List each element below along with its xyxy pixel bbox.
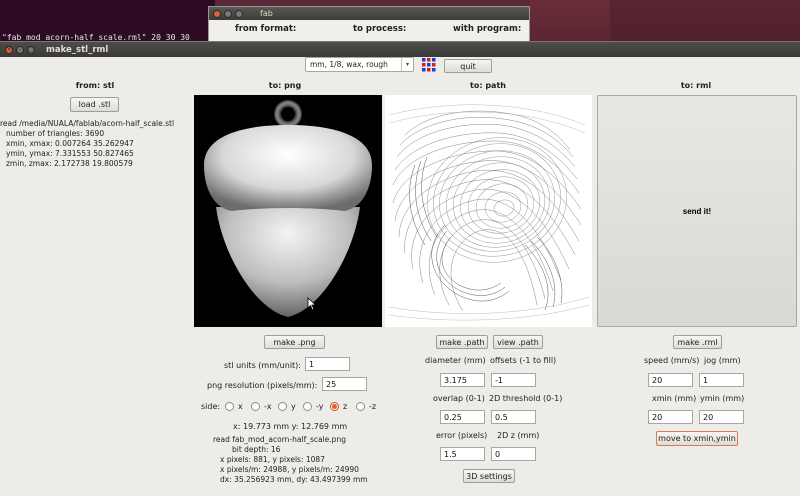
minimize-icon[interactable]: – bbox=[16, 45, 24, 54]
error-label: error (pixels) bbox=[436, 431, 488, 440]
png-info-line: read fab_mod_acorn-half_scale.png bbox=[213, 435, 346, 444]
maximize-icon[interactable] bbox=[235, 9, 243, 18]
png-column-header: to: png bbox=[268, 81, 302, 90]
ymin-label: ymin (mm) bbox=[700, 394, 745, 403]
move-to-xmin-ymin-button[interactable]: move to xmin,ymin bbox=[656, 431, 738, 446]
overlap-label: overlap (0-1) bbox=[433, 394, 485, 403]
side-label: side: bbox=[201, 402, 221, 411]
z-input[interactable] bbox=[491, 447, 536, 461]
side-radio-neg-z[interactable] bbox=[356, 402, 365, 411]
side-radio-neg-y[interactable] bbox=[303, 402, 312, 411]
chevron-down-icon[interactable]: ▾ bbox=[401, 58, 413, 71]
view-path-button[interactable]: view .path bbox=[493, 335, 543, 349]
stl-info-line: number of triangles: 3690 bbox=[6, 129, 105, 138]
fab-labels: from format: to process: with program: bbox=[209, 20, 529, 36]
side-radio-z[interactable] bbox=[330, 402, 339, 411]
side-radio-neg-x[interactable] bbox=[251, 402, 260, 411]
offsets-input[interactable] bbox=[491, 373, 536, 387]
png-info-line: x pixels/m: 24988, y pixels/m: 24990 bbox=[220, 465, 359, 474]
side-neg-z-label: -z bbox=[369, 402, 377, 411]
xmin-input[interactable] bbox=[648, 410, 693, 424]
main-titlebar[interactable]: × – □ make_stl_rml bbox=[0, 42, 800, 57]
offsets-label: offsets (-1 to fill) bbox=[490, 356, 557, 365]
png-info-line: dx: 35.256923 mm, dy: 43.497399 mm bbox=[220, 475, 368, 484]
toolpath-image bbox=[388, 104, 590, 321]
fab-window-title: fab bbox=[260, 9, 273, 18]
to-process-label: to process: bbox=[353, 24, 407, 34]
side-neg-x-label: -x bbox=[264, 402, 272, 411]
xmin-label: xmin (mm) bbox=[652, 394, 697, 403]
fab-titlebar[interactable]: fab bbox=[209, 7, 529, 20]
diameter-input[interactable] bbox=[440, 373, 485, 387]
close-icon[interactable]: × bbox=[5, 45, 13, 54]
main-window: × – □ make_stl_rml mm, 1/8, wax, rough ▾… bbox=[0, 41, 800, 496]
stl-units-input[interactable] bbox=[305, 357, 350, 371]
overlap-input[interactable] bbox=[440, 410, 485, 424]
path-preview-canvas[interactable] bbox=[385, 95, 592, 327]
stl-info-line: xmin, xmax: 0.007264 35.262947 bbox=[6, 139, 134, 148]
stl-units-label: stl units (mm/unit): bbox=[224, 361, 301, 370]
send-it-button[interactable]: send it! bbox=[597, 95, 797, 327]
stl-info-line: ymin, ymax: 7.331553 50.827465 bbox=[6, 149, 134, 158]
minimize-icon[interactable] bbox=[224, 9, 232, 18]
stl-info-line: read /media/NUALA/fablab/acorn-half_scal… bbox=[0, 119, 175, 128]
side-radio-x[interactable] bbox=[225, 402, 234, 411]
background-terminal: "fab_mod_acorn-half_scale.rml" 20 30 30 bbox=[0, 0, 215, 44]
png-resolution-input[interactable] bbox=[322, 377, 367, 391]
z-label: 2D z (mm) bbox=[497, 431, 540, 440]
jog-input[interactable] bbox=[699, 373, 744, 387]
format-select[interactable]: mm, 1/8, wax, rough ▾ bbox=[305, 57, 414, 72]
diameter-label: diameter (mm) bbox=[425, 356, 486, 365]
format-select-value: mm, 1/8, wax, rough bbox=[310, 60, 388, 69]
stl-info: read /media/NUALA/fablab/acorn-half_scal… bbox=[0, 119, 174, 169]
side-z-label: z bbox=[343, 402, 348, 411]
threshold-input[interactable] bbox=[491, 410, 536, 424]
quit-button[interactable]: quit bbox=[444, 59, 492, 73]
make-path-button[interactable]: make .path bbox=[436, 335, 488, 349]
make-rml-button[interactable]: make .rml bbox=[673, 335, 722, 349]
png-resolution-label: png resolution (pixels/mm): bbox=[207, 381, 318, 390]
window-title: make_stl_rml bbox=[46, 44, 109, 55]
acorn-heightmap-image bbox=[204, 100, 372, 317]
png-preview-canvas[interactable] bbox=[194, 95, 382, 327]
desktop-shadow bbox=[610, 0, 800, 44]
png-info-line: x pixels: 881, y pixels: 1087 bbox=[220, 455, 325, 464]
ymin-input[interactable] bbox=[699, 410, 744, 424]
png-info: read fab_mod_acorn-half_scale.png bit de… bbox=[213, 435, 368, 485]
threshold-label: 2D threshold (0-1) bbox=[489, 394, 563, 403]
3d-settings-button[interactable]: 3D settings bbox=[463, 469, 515, 483]
cursor-coordinates: x: 19.773 mm y: 12.769 mm bbox=[233, 422, 348, 431]
path-column-header: to: path bbox=[470, 81, 506, 90]
side-x-label: x bbox=[238, 402, 243, 411]
mouse-cursor-icon bbox=[307, 297, 317, 311]
speed-input[interactable] bbox=[648, 373, 693, 387]
rml-column-header: to: rml bbox=[680, 81, 712, 90]
stl-column-header: from: stl bbox=[75, 81, 115, 90]
color-grid-icon[interactable] bbox=[421, 57, 437, 73]
side-radio-y[interactable] bbox=[278, 402, 287, 411]
with-program-label: with program: bbox=[453, 24, 522, 34]
speed-label: speed (mm/s) bbox=[644, 356, 700, 365]
jog-label: jog (mm) bbox=[704, 356, 741, 365]
error-input[interactable] bbox=[440, 447, 485, 461]
stl-info-line: zmin, zmax: 2.172738 19.800579 bbox=[6, 159, 133, 168]
side-y-label: y bbox=[291, 402, 296, 411]
maximize-icon[interactable]: □ bbox=[27, 45, 35, 54]
side-neg-y-label: -y bbox=[316, 402, 324, 411]
load-stl-button[interactable]: load .stl bbox=[70, 97, 119, 112]
png-info-line: bit depth: 16 bbox=[232, 445, 281, 454]
fab-window[interactable]: fab from format: to process: with progra… bbox=[208, 6, 530, 44]
make-png-button[interactable]: make .png bbox=[264, 335, 325, 349]
close-icon[interactable] bbox=[213, 9, 221, 18]
from-format-label: from format: bbox=[235, 24, 297, 34]
